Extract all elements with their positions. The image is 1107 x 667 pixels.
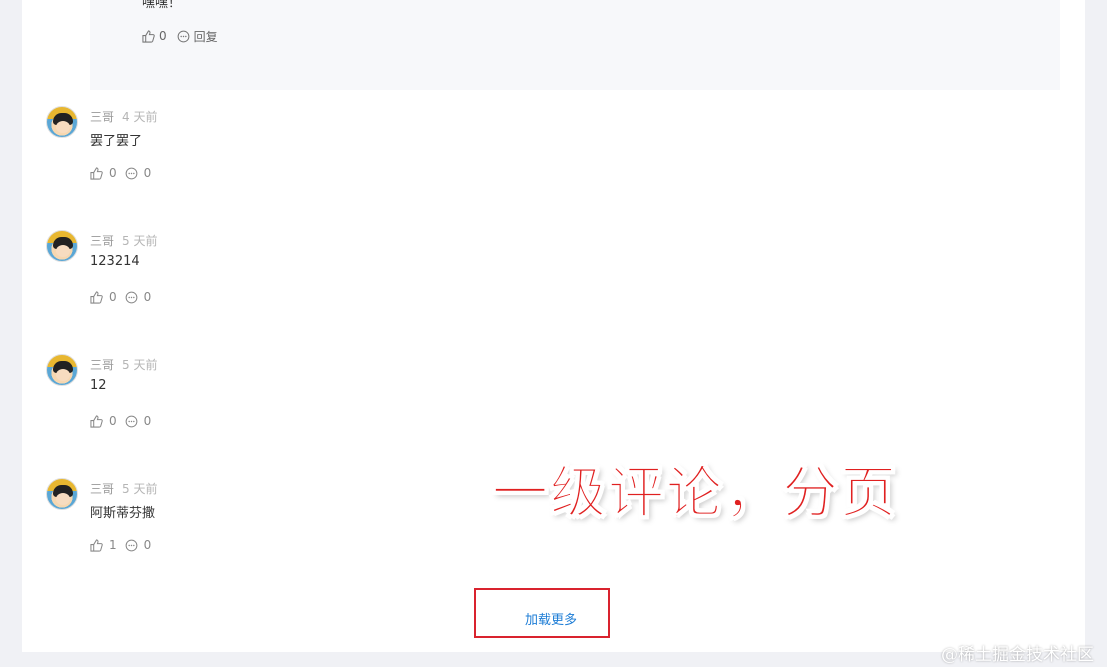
- avatar[interactable]: [46, 354, 78, 386]
- comment-actions: 0 0: [90, 166, 159, 180]
- comment-item: 三哥 5 天前 阿斯蒂芬撒 1 0: [46, 478, 446, 578]
- reply-thread-box: [90, 0, 1060, 90]
- comment-bubble-icon[interactable]: [125, 539, 138, 552]
- comment-bubble-icon[interactable]: [125, 291, 138, 304]
- comment-time: 5 天前: [122, 234, 158, 248]
- like-count: 0: [109, 166, 117, 180]
- thumbs-up-icon[interactable]: [90, 538, 103, 552]
- comment-item: 三哥 5 天前 123214 0 0: [46, 230, 446, 330]
- reply-button[interactable]: 回复: [194, 28, 218, 45]
- comment-actions: 1 0: [90, 538, 159, 552]
- thumbs-up-icon[interactable]: [90, 414, 103, 428]
- comment-author[interactable]: 三哥: [90, 108, 114, 125]
- comment-bubble-icon[interactable]: [125, 415, 138, 428]
- comment-time: 5 天前: [122, 482, 158, 496]
- comment-content: 123214: [90, 254, 140, 269]
- comment-time: 4 天前: [122, 110, 158, 124]
- load-more-button[interactable]: 加载更多: [525, 609, 577, 628]
- thumbs-up-icon[interactable]: [90, 290, 103, 304]
- comment-actions: 0 0: [90, 290, 159, 304]
- comment-content: 罢了罢了: [90, 134, 143, 149]
- comment-item: 三哥 4 天前 罢了罢了 0 0: [46, 106, 446, 206]
- annotation-title: 一级评论，分页: [492, 461, 898, 527]
- comment-actions: 0 0: [90, 414, 159, 428]
- comment-bubble-icon[interactable]: [125, 167, 138, 180]
- thumbs-up-icon[interactable]: [142, 29, 155, 43]
- like-count: 0: [109, 414, 117, 428]
- comment-author[interactable]: 三哥: [90, 356, 114, 373]
- avatar[interactable]: [46, 106, 78, 138]
- comment-content: 12: [90, 378, 107, 393]
- reply-like-count: 0: [159, 29, 167, 43]
- reply-count: 0: [143, 290, 152, 304]
- comment-content: 阿斯蒂芬撒: [90, 506, 156, 521]
- reply-count: 0: [143, 538, 152, 552]
- reply-actions: 0 回复: [142, 28, 218, 44]
- watermark: @稀土掘金技术社区: [941, 645, 1094, 665]
- like-count: 1: [109, 538, 117, 552]
- comment-time: 5 天前: [122, 358, 158, 372]
- comment-author[interactable]: 三哥: [90, 232, 114, 249]
- reply-count: 0: [143, 414, 152, 428]
- reply-content: 嘿嘿！: [142, 0, 182, 11]
- comment-bubble-icon[interactable]: [177, 30, 190, 43]
- avatar[interactable]: [46, 478, 78, 510]
- reply-count: 0: [143, 166, 152, 180]
- like-count: 0: [109, 290, 117, 304]
- comment-author[interactable]: 三哥: [90, 480, 114, 497]
- avatar[interactable]: [46, 230, 78, 262]
- comment-item: 三哥 5 天前 12 0 0: [46, 354, 446, 454]
- thumbs-up-icon[interactable]: [90, 166, 103, 180]
